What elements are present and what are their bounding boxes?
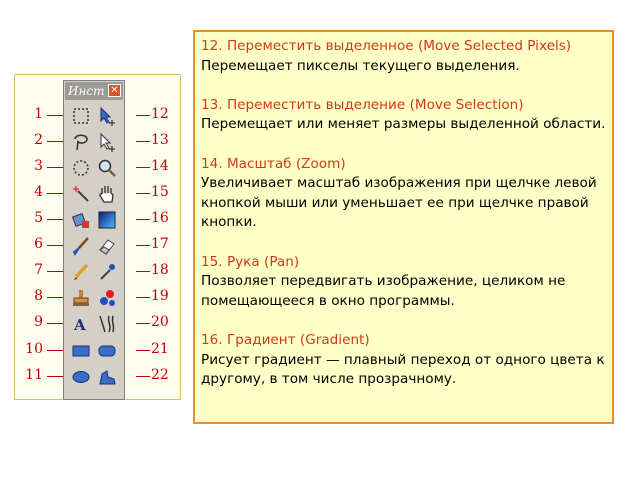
recolor-icon[interactable]	[96, 287, 118, 309]
freeform-shape-icon[interactable]	[96, 366, 118, 388]
tick-mark	[136, 350, 150, 351]
tool-number-16: 16	[151, 210, 169, 226]
gradient-icon[interactable]	[96, 209, 118, 231]
description-heading: 13. Переместить выделение (Move Selectio…	[201, 96, 524, 113]
lasso-select-icon[interactable]	[70, 131, 92, 153]
tool-number-6: 6	[34, 236, 43, 252]
tool-number-4: 4	[34, 184, 43, 200]
tick-mark	[136, 297, 150, 298]
eraser-icon[interactable]	[96, 235, 118, 257]
line-curve-icon[interactable]	[96, 313, 118, 335]
tick-mark	[136, 245, 150, 246]
tick-mark	[136, 376, 150, 377]
tool-number-15: 15	[151, 184, 169, 200]
text-icon[interactable]: A	[70, 313, 92, 335]
tool-number-11: 11	[25, 367, 43, 383]
close-icon: ✕	[110, 85, 119, 96]
tool-number-14: 14	[151, 158, 169, 174]
tool-number-7: 7	[34, 262, 43, 278]
svg-text:A: A	[73, 316, 86, 334]
clone-stamp-icon[interactable]	[70, 287, 92, 309]
tick-mark	[136, 167, 150, 168]
tool-number-12: 12	[151, 106, 169, 122]
tick-mark	[136, 219, 150, 220]
tick-mark	[136, 115, 150, 116]
tool-number-17: 17	[151, 236, 169, 252]
tool-number-10: 10	[25, 341, 43, 357]
pencil-icon[interactable]	[70, 261, 92, 283]
description-heading: 16. Градиент (Gradient)	[201, 331, 370, 348]
rect-select-icon[interactable]	[70, 105, 92, 127]
tick-mark	[136, 141, 150, 142]
tool-number-22: 22	[151, 367, 169, 383]
paint-bucket-icon[interactable]	[70, 209, 92, 231]
tool-number-20: 20	[151, 314, 169, 330]
tool-description-panel: 12. Переместить выделенное (Move Selecte…	[193, 30, 614, 424]
tool-number-1: 1	[34, 106, 43, 122]
description-text: Позволяет передвигать изображение, целик…	[201, 273, 566, 309]
description-block: 16. Градиент (Gradient) Рисует градиент …	[201, 331, 606, 390]
rounded-rectangle-icon[interactable]	[96, 340, 118, 362]
description-block: 14. Масштаб (Zoom) Увеличивает масштаб и…	[201, 155, 606, 233]
tick-mark	[136, 193, 150, 194]
description-heading: 15. Рука (Pan)	[201, 253, 300, 270]
ellipse-select-icon[interactable]	[70, 157, 92, 179]
ellipse-icon[interactable]	[70, 366, 92, 388]
tools-window-titlebar[interactable]: Инст ✕	[65, 82, 123, 100]
tool-number-13: 13	[151, 132, 169, 148]
tool-number-5: 5	[34, 210, 43, 226]
description-block: 13. Переместить выделение (Move Selectio…	[201, 96, 606, 135]
description-text: Рисует градиент — плавный переход от одн…	[201, 351, 605, 388]
tool-number-8: 8	[34, 288, 43, 304]
tool-number-21: 21	[151, 341, 169, 357]
tool-number-19: 19	[151, 288, 169, 304]
close-button[interactable]: ✕	[108, 84, 121, 97]
tool-number-2: 2	[34, 132, 43, 148]
magic-wand-icon[interactable]	[70, 183, 92, 205]
tick-mark	[136, 271, 150, 272]
zoom-icon[interactable]	[96, 157, 118, 179]
description-text: Увеличивает масштаб изображения при щелч…	[201, 175, 597, 231]
move-selected-pixels-icon[interactable]	[96, 105, 118, 127]
description-block: 12. Переместить выделенное (Move Selecte…	[201, 37, 606, 76]
tool-number-3: 3	[34, 158, 43, 174]
tool-number-9: 9	[34, 314, 43, 330]
pan-hand-icon[interactable]	[96, 183, 118, 205]
tools-window-title: Инст	[68, 84, 105, 98]
tool-number-18: 18	[151, 262, 169, 278]
description-block: 15. Рука (Pan) Позволяет передвигать изо…	[201, 253, 606, 312]
description-text: Перемещает пикселы текущего выделения.	[201, 57, 520, 74]
color-picker-icon[interactable]	[96, 261, 118, 283]
rectangle-icon[interactable]	[70, 340, 92, 362]
paintbrush-icon[interactable]	[70, 235, 92, 257]
move-selection-icon[interactable]	[96, 131, 118, 153]
tick-mark	[136, 323, 150, 324]
description-heading: 12. Переместить выделенное (Move Selecte…	[201, 38, 572, 54]
tools-window: Инст ✕ A	[63, 80, 125, 400]
description-text: Перемещает или меняет размеры выделенной…	[201, 116, 606, 133]
description-heading: 14. Масштаб (Zoom)	[201, 155, 346, 172]
